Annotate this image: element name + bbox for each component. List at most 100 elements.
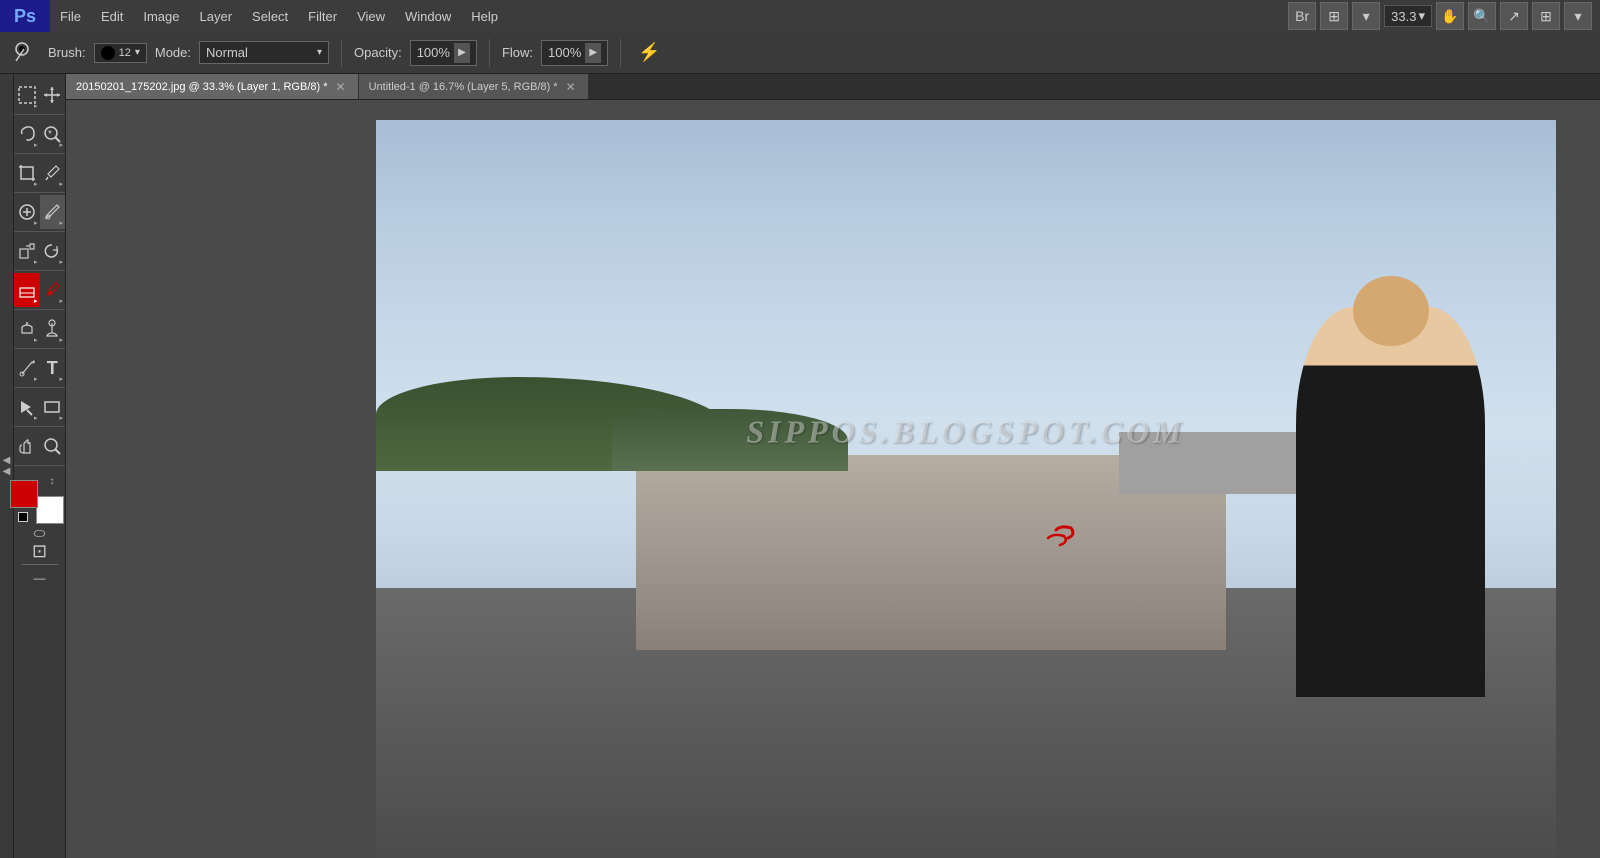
tab-0-close[interactable]: ✕ — [334, 80, 348, 94]
mode-label: Mode: — [155, 45, 191, 60]
pan-tool-icon[interactable]: ✋ — [1436, 2, 1464, 30]
move-tool[interactable] — [40, 78, 66, 112]
blur-tool[interactable]: ▸ — [14, 312, 40, 346]
canvas-area: SIPPOS.BLOGSPOT.COM — [66, 100, 1600, 858]
photo-background: SIPPOS.BLOGSPOT.COM — [376, 120, 1556, 858]
opacity-label: Opacity: — [354, 45, 402, 60]
paint-bucket-tool[interactable]: ▸ — [40, 273, 66, 307]
menu-right-area: Br ⊞ ▾ 33.3 ▾ ✋ 🔍 ↗ ⊞ ▾ — [1288, 2, 1600, 30]
tool-group-pen: ▸ T ▸ — [14, 351, 65, 388]
tool-group-navigate — [14, 429, 65, 466]
zoom-display: 33.3 ▾ — [1384, 5, 1432, 27]
menu-help[interactable]: Help — [461, 0, 508, 32]
menu-select[interactable]: Select — [242, 0, 298, 32]
shape-tool[interactable]: ▸ — [40, 390, 66, 424]
history-brush-tool[interactable]: ▸ — [40, 234, 66, 268]
menu-file[interactable]: File — [50, 0, 91, 32]
workspaces-dropdown[interactable]: ▾ — [1564, 2, 1592, 30]
zoom-arrow: ▾ — [1418, 8, 1425, 24]
opacity-increase[interactable]: ▶ — [454, 43, 470, 63]
path-selection-tool[interactable]: ▸ — [14, 390, 40, 424]
svg-text:*: * — [48, 129, 52, 140]
tool-group-clone: ▸ ▸ — [14, 234, 65, 271]
quick-mask-toggle[interactable]: ⬭ — [22, 524, 58, 542]
mode-value: Normal — [206, 45, 248, 60]
brush-label: Brush: — [48, 45, 86, 60]
spot-healing-tool[interactable]: ▸ — [14, 195, 40, 229]
active-tool-icon — [8, 37, 40, 69]
airbrush-toggle[interactable]: ⚡ — [633, 37, 665, 69]
hand-tool[interactable] — [14, 429, 40, 463]
background-color[interactable] — [36, 496, 64, 524]
menu-image[interactable]: Image — [133, 0, 189, 32]
marquee-tool[interactable]: ▸ — [14, 78, 40, 112]
color-swatches: ↕ ⬭ ⊡ — — [14, 468, 65, 595]
main-area: ◀◀ ▸ ▸ — [0, 74, 1600, 858]
menu-filter[interactable]: Filter — [298, 0, 347, 32]
tab-1-label: Untitled-1 @ 16.7% (Layer 5, RGB/8) * — [369, 81, 558, 93]
canvas-container: SIPPOS.BLOGSPOT.COM — [376, 120, 1556, 858]
arrange-button[interactable]: ⊞ — [1320, 2, 1348, 30]
mode-dropdown[interactable]: Normal ▾ — [199, 41, 329, 64]
tab-0-label: 20150201_175202.jpg @ 33.3% (Layer 1, RG… — [76, 81, 328, 93]
doc-area: 20150201_175202.jpg @ 33.3% (Layer 1, RG… — [66, 74, 1600, 858]
menu-view[interactable]: View — [347, 0, 395, 32]
eyedropper-tool[interactable]: ▸ — [40, 156, 66, 190]
menu-window[interactable]: Window — [395, 0, 461, 32]
tab-1[interactable]: Untitled-1 @ 16.7% (Layer 5, RGB/8) * ✕ — [359, 74, 589, 99]
options-bar: Brush: 12 ▾ Mode: Normal ▾ Opacity: 100%… — [0, 32, 1600, 74]
arrange-dropdown[interactable]: ▾ — [1352, 2, 1380, 30]
brush-picker[interactable]: 12 ▾ — [94, 43, 147, 63]
eraser-tool[interactable]: ▸ — [14, 273, 40, 307]
bridge-button[interactable]: Br — [1288, 2, 1316, 30]
search-icon[interactable]: 🔍 — [1468, 2, 1496, 30]
text-tool-label: T — [47, 358, 58, 379]
lasso-tool[interactable]: ▸ — [14, 117, 40, 151]
divider-3 — [620, 39, 621, 67]
brush-arrow: ▾ — [135, 47, 140, 58]
flow-box: 100% ▶ — [541, 40, 608, 66]
tool-group-crop: ▸ ▸ — [14, 156, 65, 193]
clone-stamp-tool[interactable]: ▸ — [14, 234, 40, 268]
flow-increase[interactable]: ▶ — [585, 43, 601, 63]
workspaces-icon[interactable]: ⊞ — [1532, 2, 1560, 30]
tool-group-blur: ▸ ▸ — [14, 312, 65, 349]
ps-logo: Ps — [0, 0, 50, 32]
flow-label: Flow: — [502, 45, 533, 60]
tool-group-lasso: ▸ * ▸ — [14, 117, 65, 154]
menu-layer[interactable]: Layer — [190, 0, 243, 32]
opacity-box: 100% ▶ — [410, 40, 477, 66]
toolbar-divider — [22, 564, 58, 565]
extra-tools-indicator: — — [22, 569, 58, 587]
tool-group-path: ▸ ▸ — [14, 390, 65, 427]
swap-colors-icon[interactable]: ↕ — [50, 476, 62, 488]
crop-tool[interactable]: ▸ — [14, 156, 40, 190]
navigate-icon[interactable]: ↗ — [1500, 2, 1528, 30]
tool-group-healing: ▸ ▸ — [14, 195, 65, 232]
tab-0[interactable]: 20150201_175202.jpg @ 33.3% (Layer 1, RG… — [66, 74, 359, 99]
foreground-color[interactable] — [10, 480, 38, 508]
zoom-value: 33.3 — [1391, 9, 1416, 24]
toolbar: ▸ ▸ — [14, 74, 66, 858]
pen-tool[interactable]: ▸ — [14, 351, 40, 385]
text-tool[interactable]: T ▸ — [40, 351, 66, 385]
brush-size: 12 — [119, 47, 131, 59]
default-colors-icon[interactable] — [18, 512, 28, 522]
dodge-tool[interactable]: ▸ — [40, 312, 66, 346]
brush-tool[interactable]: ▸ — [40, 195, 66, 229]
screen-mode-button[interactable]: ⊡ — [22, 542, 58, 560]
divider-2 — [489, 39, 490, 67]
zoom-tool[interactable] — [40, 429, 66, 463]
quick-selection-tool[interactable]: * ▸ — [40, 117, 66, 151]
opacity-value: 100% — [417, 45, 450, 60]
flow-value: 100% — [548, 45, 581, 60]
menu-bar: Ps File Edit Image Layer Select Filter V… — [0, 0, 1600, 32]
mode-arrow: ▾ — [317, 47, 322, 58]
person — [1296, 307, 1485, 697]
collapse-panel-button[interactable]: ◀◀ — [0, 74, 14, 858]
tool-group-eraser: ▸ ▸ — [14, 273, 65, 310]
menu-edit[interactable]: Edit — [91, 0, 133, 32]
tab-1-close[interactable]: ✕ — [564, 80, 578, 94]
person-head — [1353, 276, 1429, 346]
tab-bar: 20150201_175202.jpg @ 33.3% (Layer 1, RG… — [66, 74, 1600, 100]
